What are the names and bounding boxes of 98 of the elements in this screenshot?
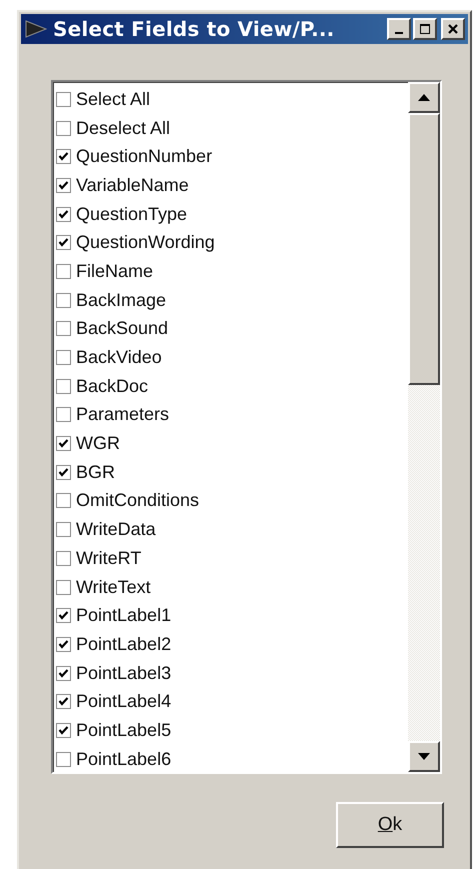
checkbox[interactable] [56,694,71,710]
field-item[interactable]: WGR [56,429,408,458]
field-item[interactable]: WriteText [56,572,408,602]
field-label: BGR [76,462,116,483]
scroll-up-button[interactable] [408,82,440,113]
checkbox[interactable] [56,407,71,422]
checkbox[interactable] [56,178,71,193]
checkmark-icon [58,610,69,622]
field-item[interactable]: WriteRT [56,544,408,573]
minimize-button[interactable] [387,18,411,40]
field-label: PointLabel3 [76,662,172,684]
scroll-thumb[interactable] [408,113,440,385]
field-label: WriteData [76,519,156,540]
field-label: VariableName [76,174,189,196]
checkmark-icon [58,438,69,450]
maximize-button[interactable] [413,18,437,40]
field-label: PointLabel1 [76,605,172,626]
field-item[interactable]: VariableName [56,171,408,200]
field-item[interactable]: BackSound [56,314,408,344]
flag-icon [25,20,47,38]
scrollbar[interactable] [408,82,440,772]
up-arrow-icon [418,94,430,101]
field-label: BackVideo [76,347,162,368]
field-label: QuestionNumber [76,146,212,168]
field-label: WriteRT [76,548,142,569]
minimize-icon [395,32,403,34]
field-item[interactable]: WriteData [56,515,408,544]
maximize-icon [420,24,430,34]
scroll-down-button[interactable] [408,741,440,772]
field-item[interactable]: BackDoc [56,372,408,401]
field-label: Deselect All [76,118,170,139]
close-button[interactable] [441,18,465,40]
checkbox[interactable] [56,522,71,538]
checkbox[interactable] [56,493,71,508]
field-label: Select All [76,88,150,110]
checkmark-icon [58,638,69,650]
checkmark-icon [58,724,69,736]
field-item[interactable]: OmitConditions [56,486,408,516]
checkbox[interactable] [56,378,71,394]
checkbox[interactable] [56,149,71,164]
checkmark-icon [58,466,69,478]
field-label: BackDoc [76,376,148,397]
checkbox[interactable] [56,580,71,595]
checkbox[interactable] [56,722,71,738]
checkbox[interactable] [56,321,71,336]
field-item[interactable]: PointLabel1 [56,601,408,630]
field-item[interactable]: BackImage [56,286,408,314]
checkbox[interactable] [56,608,71,624]
field-label: BackImage [76,290,166,311]
checkbox[interactable] [56,636,71,652]
field-item[interactable]: Parameters [56,400,408,430]
field-item[interactable]: PointLabel2 [56,630,408,659]
checkbox[interactable] [56,120,71,136]
field-label: OmitConditions [76,490,200,512]
field-item[interactable]: QuestionWording [56,228,408,258]
field-label: PointLabel5 [76,720,172,741]
field-label: WGR [76,433,120,454]
checkbox[interactable] [56,206,71,222]
checkmark-icon [58,237,69,248]
checkbox[interactable] [56,264,71,279]
checkbox[interactable] [56,666,71,681]
checkbox[interactable] [56,292,71,308]
checkmark-icon [58,208,69,220]
field-item[interactable]: Select All [56,85,408,114]
field-label: QuestionWording [76,232,215,254]
field-item[interactable]: PointLabel4 [56,687,408,716]
field-item[interactable]: PointLabel3 [56,658,408,688]
field-item[interactable]: BGR [56,458,408,487]
down-arrow-icon [418,753,430,760]
field-item[interactable]: PointLabel6 [56,744,408,774]
field-item[interactable]: PointLabel5 [56,716,408,745]
field-label: FileName [76,260,154,282]
checkbox[interactable] [56,436,71,452]
field-label: QuestionType [76,204,188,225]
field-item[interactable]: QuestionNumber [56,142,408,172]
checkmark-icon [58,668,69,679]
close-icon [448,24,458,34]
checkmark-icon [58,180,69,191]
checkbox[interactable] [56,92,71,107]
checkmark-icon [58,151,69,162]
field-label: Parameters [76,404,170,426]
field-item[interactable]: Deselect All [56,114,408,142]
checkmark-icon [58,696,69,708]
field-item[interactable]: BackVideo [56,343,408,372]
checkbox[interactable] [56,350,71,366]
field-label: PointLabel4 [76,691,172,712]
field-label: WriteText [76,576,151,598]
checkbox[interactable] [56,235,71,250]
checkbox[interactable] [56,550,71,566]
field-label: BackSound [76,318,168,340]
field-label: PointLabel2 [76,634,172,655]
field-item[interactable]: FileName [56,257,408,286]
checkbox[interactable] [56,464,71,480]
field-item[interactable]: QuestionType [56,200,408,228]
ok-button[interactable]: Ok [336,802,444,848]
field-label: PointLabel6 [76,748,172,770]
window-title: Select Fields to View/P... [53,17,336,41]
checkbox[interactable] [56,752,71,767]
